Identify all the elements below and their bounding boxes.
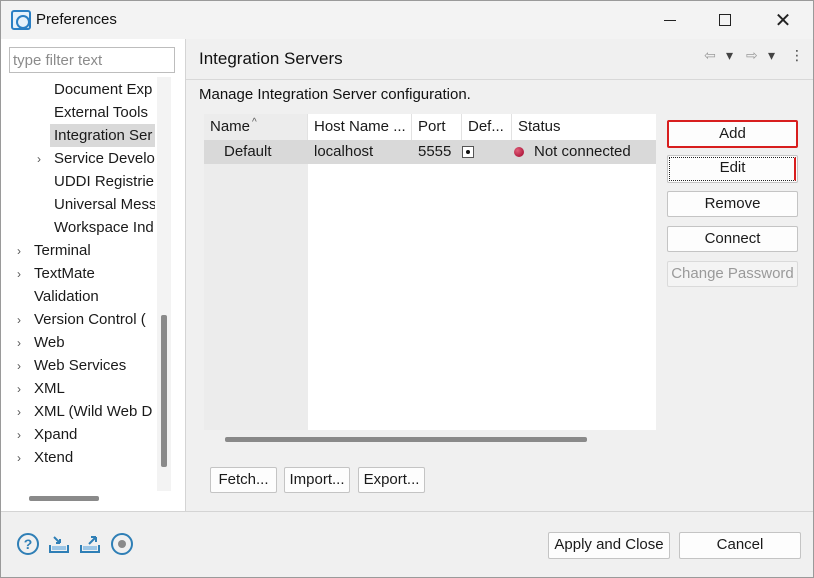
tree-item-web[interactable]: Web (34, 331, 65, 354)
chevron-right-icon[interactable]: › (17, 314, 25, 326)
record-icon[interactable] (111, 533, 133, 555)
tree-item-textmate[interactable]: TextMate (34, 262, 95, 285)
forward-arrow-icon[interactable]: ⇨ (746, 47, 758, 64)
back-arrow-icon[interactable]: ⇦ (704, 47, 716, 64)
tree-item-xml[interactable]: XML (34, 377, 65, 400)
preferences-tree: Document Exp External Tools Integration … (1, 77, 155, 491)
chevron-right-icon[interactable]: › (17, 337, 25, 349)
status-disconnected-icon (514, 147, 524, 157)
tree-vertical-scrollbar[interactable] (161, 315, 167, 467)
chevron-right-icon[interactable]: › (17, 360, 25, 372)
maximize-button[interactable] (698, 1, 752, 39)
tree-item-universal-messaging[interactable]: Universal Mess (54, 193, 155, 216)
import-preferences-icon[interactable] (48, 533, 70, 555)
tree-item-uddi-registries[interactable]: UDDI Registrie (54, 170, 154, 193)
tree-horizontal-scrollbar[interactable] (29, 496, 99, 501)
remove-button[interactable]: Remove (667, 191, 798, 217)
tree-item-external-tools[interactable]: External Tools (54, 101, 148, 124)
chevron-right-icon[interactable]: › (17, 383, 25, 395)
column-header-status[interactable]: Status (512, 114, 656, 140)
cell-host: localhost (314, 143, 374, 160)
close-icon: ✕ (774, 9, 792, 32)
tree-item-document-explorer[interactable]: Document Exp (54, 78, 152, 101)
chevron-right-icon[interactable]: › (17, 245, 25, 257)
fetch-button[interactable]: Fetch... (210, 467, 277, 493)
cancel-button[interactable]: Cancel (679, 532, 801, 559)
window-title: Preferences (36, 11, 117, 28)
add-button[interactable]: Add (667, 120, 798, 148)
tree-item-workspace-index[interactable]: Workspace Ind (54, 216, 154, 239)
tree-item-service-development[interactable]: Service Develo (54, 147, 155, 170)
column-header-name[interactable]: Name ^ (204, 114, 308, 140)
eclipse-app-icon (11, 10, 31, 30)
tree-item-xtend[interactable]: Xtend (34, 446, 73, 469)
tree-item-integration-servers[interactable]: Integration Ser (50, 124, 155, 147)
import-button[interactable]: Import... (284, 467, 350, 493)
close-button[interactable]: ✕ (756, 1, 810, 39)
tree-item-web-services[interactable]: Web Services (34, 354, 126, 377)
table-header: Name ^ Host Name ... Port Def... Status (204, 114, 656, 140)
footer-separator (1, 511, 813, 512)
column-header-default[interactable]: Def... (462, 114, 512, 140)
servers-table: Name ^ Host Name ... Port Def... Status D… (204, 114, 656, 430)
title-bar: Preferences ✕ (1, 1, 813, 39)
apply-and-close-button[interactable]: Apply and Close (548, 532, 670, 559)
filter-input[interactable] (9, 47, 175, 73)
page-title: Integration Servers (199, 49, 343, 68)
minimize-icon (664, 19, 676, 21)
table-row[interactable]: Default localhost 5555 Not connected (204, 140, 656, 164)
forward-dropdown-icon[interactable]: ▾ (768, 47, 775, 64)
cell-port: 5555 (418, 143, 452, 160)
back-dropdown-icon[interactable]: ▾ (726, 47, 733, 64)
column-header-host[interactable]: Host Name ... (308, 114, 412, 140)
preferences-window: Preferences ✕ Document Exp External Tool… (0, 0, 814, 578)
tree-item-version-control[interactable]: Version Control ( (34, 308, 146, 331)
view-menu-icon[interactable]: ⋮ (790, 47, 804, 64)
chevron-right-icon[interactable]: › (17, 452, 25, 464)
help-icon[interactable]: ? (17, 533, 39, 555)
table-horizontal-scrollbar[interactable] (225, 437, 587, 442)
export-button[interactable]: Export... (358, 467, 425, 493)
change-password-button[interactable]: Change Password (667, 261, 798, 287)
chevron-right-icon[interactable]: › (17, 406, 25, 418)
cell-name: Default (224, 143, 272, 160)
tree-item-xpand[interactable]: Xpand (34, 423, 77, 446)
chevron-right-icon[interactable]: › (17, 268, 25, 280)
edit-button[interactable]: Edit (667, 155, 798, 183)
export-preferences-icon[interactable] (79, 533, 101, 555)
page-description: Manage Integration Server configuration. (199, 86, 471, 103)
connect-button[interactable]: Connect (667, 226, 798, 252)
integration-servers-page: Integration Servers ⇦ ▾ ⇨ ▾ ⋮ Manage Int… (186, 39, 813, 511)
tree-item-terminal[interactable]: Terminal (34, 239, 91, 262)
chevron-right-icon[interactable]: › (17, 429, 25, 441)
default-radio[interactable] (462, 146, 474, 158)
maximize-icon (719, 14, 731, 26)
tree-item-xml-wild-web-developer[interactable]: XML (Wild Web D (34, 400, 152, 423)
header-separator (186, 79, 813, 80)
column-header-port[interactable]: Port (412, 114, 462, 140)
cell-status: Not connected (534, 143, 631, 160)
minimize-button[interactable] (643, 1, 697, 39)
sort-ascending-icon: ^ (252, 117, 257, 128)
preferences-tree-panel: Document Exp External Tools Integration … (1, 39, 185, 511)
chevron-right-icon[interactable]: › (37, 153, 45, 165)
tree-item-validation[interactable]: Validation (34, 285, 99, 308)
